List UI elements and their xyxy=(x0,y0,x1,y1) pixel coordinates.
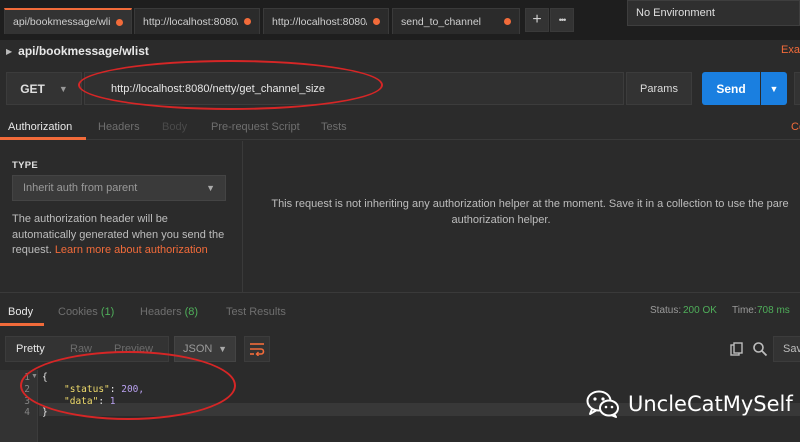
watermark-name: UncleCatMySelf xyxy=(628,392,793,416)
auth-info-message: This request is not inheriting any autho… xyxy=(250,197,800,228)
url-value: http://localhost:8080/netty/get_channel_… xyxy=(111,82,326,95)
request-name-row: ▶ api/bookmessage/wlist xyxy=(6,42,149,60)
headers-count: (8) xyxy=(184,306,199,318)
chevron-down-icon: ▼ xyxy=(769,83,779,94)
view-raw-button[interactable]: Raw xyxy=(70,343,92,355)
wechat-icon xyxy=(586,390,619,418)
send-button[interactable]: Send xyxy=(702,72,760,105)
response-tab-headers[interactable]: Headers (8) xyxy=(140,306,198,318)
auth-type-value: Inherit auth from parent xyxy=(23,182,138,194)
url-input[interactable]: http://localhost:8080/netty/get_channel_… xyxy=(84,72,624,105)
environment-label: No Environment xyxy=(636,7,715,19)
fold-icon[interactable]: ▼ xyxy=(31,373,38,380)
tab-pre-request-script[interactable]: Pre-request Script xyxy=(211,121,300,133)
unsaved-dot-icon xyxy=(244,18,251,25)
tab-bookmessage-wlist[interactable]: api/bookmessage/wlist xyxy=(4,8,132,34)
environment-selector[interactable]: No Environment xyxy=(627,0,800,26)
format-value: JSON xyxy=(183,343,213,355)
status-value: 200 OK xyxy=(683,305,717,316)
unsaved-dot-icon xyxy=(116,18,123,26)
tab-label: api/bookmessage/wlist xyxy=(13,16,110,28)
chevron-down-icon: ▼ xyxy=(218,344,227,354)
auth-description-line: automatically generated when you send th… xyxy=(12,228,225,241)
view-pretty-button[interactable]: Pretty xyxy=(16,343,45,355)
copy-icon[interactable] xyxy=(730,342,744,356)
tab-label: send_to_channel xyxy=(401,15,481,28)
tab-body[interactable]: Body xyxy=(162,121,187,133)
status-label: Status: xyxy=(650,305,682,316)
method-label: GET xyxy=(20,81,45,96)
wrap-lines-button[interactable] xyxy=(244,336,270,362)
cookies-count: (1) xyxy=(100,306,115,318)
params-button[interactable]: Params xyxy=(626,72,692,105)
save-request-button[interactable] xyxy=(794,72,800,105)
code-line: "status": 200, xyxy=(64,384,145,395)
tab-label: http://localhost:8080/netty/get_channel_… xyxy=(143,15,238,28)
cookies-link[interactable]: Co xyxy=(791,121,800,133)
time-label: Time: xyxy=(732,305,757,316)
auth-description: The authorization header will be automat… xyxy=(12,212,234,259)
response-tab-cookies[interactable]: Cookies (1) xyxy=(58,306,114,318)
request-name: api/bookmessage/wlist xyxy=(18,44,149,58)
save-response-button[interactable]: Sav xyxy=(773,336,800,362)
format-select[interactable]: JSON ▼ xyxy=(174,336,236,362)
add-tab-button[interactable]: + xyxy=(525,8,549,32)
auth-type-select[interactable]: Inherit auth from parent ▼ xyxy=(12,175,226,201)
code-line: "data": 1 xyxy=(64,396,116,407)
chevron-down-icon: ▼ xyxy=(206,183,215,193)
wrap-lines-icon xyxy=(250,343,265,356)
unsaved-dot-icon xyxy=(504,18,511,25)
response-tab-test-results[interactable]: Test Results xyxy=(226,306,286,318)
caret-right-icon[interactable]: ▶ xyxy=(6,47,12,56)
chevron-down-icon: ▼ xyxy=(58,83,68,94)
time-value: 708 ms xyxy=(757,305,790,316)
type-label: TYPE xyxy=(12,160,39,171)
auth-description-line: request. Learn more about authorization xyxy=(12,244,208,256)
search-icon[interactable] xyxy=(752,341,768,357)
tab-label: http://localhost:8080/netty/get_channel_… xyxy=(272,15,367,28)
tab-get-channel-size-2[interactable]: http://localhost:8080/netty/get_channel_… xyxy=(263,8,389,34)
tab-get-channel-size-1[interactable]: http://localhost:8080/netty/get_channel_… xyxy=(134,8,260,34)
examples-link[interactable]: Exam xyxy=(781,44,800,56)
unsaved-dot-icon xyxy=(373,18,380,25)
send-options-button[interactable]: ▼ xyxy=(761,72,787,105)
tab-headers[interactable]: Headers xyxy=(98,121,140,133)
active-response-tab-indicator xyxy=(0,323,44,326)
line-number: 4 xyxy=(24,407,30,418)
line-number: 3 xyxy=(24,396,30,407)
code-line: } xyxy=(42,407,48,418)
line-number: 1 xyxy=(24,372,30,383)
auth-info-line: authorization helper. xyxy=(451,213,551,226)
view-preview-button[interactable]: Preview xyxy=(114,343,153,355)
response-tab-body[interactable]: Body xyxy=(8,306,33,318)
code-line: { xyxy=(42,372,48,383)
line-number: 2 xyxy=(24,384,30,395)
plus-icon: + xyxy=(532,11,542,28)
more-tabs-button[interactable]: ••• xyxy=(550,8,574,32)
tab-authorization[interactable]: Authorization xyxy=(8,121,72,133)
tab-tests[interactable]: Tests xyxy=(321,121,347,133)
watermark: UncleCatMySelf xyxy=(586,390,793,418)
learn-more-link[interactable]: Learn more about authorization xyxy=(55,244,208,256)
active-tab-indicator xyxy=(0,137,86,140)
method-select[interactable]: GET ▼ xyxy=(6,72,82,105)
ellipsis-icon: ••• xyxy=(558,15,567,25)
auth-description-line: The authorization header will be xyxy=(12,213,168,225)
tab-send-to-channel[interactable]: send_to_channel xyxy=(392,8,520,34)
auth-info-line: This request is not inheriting any autho… xyxy=(271,198,789,210)
